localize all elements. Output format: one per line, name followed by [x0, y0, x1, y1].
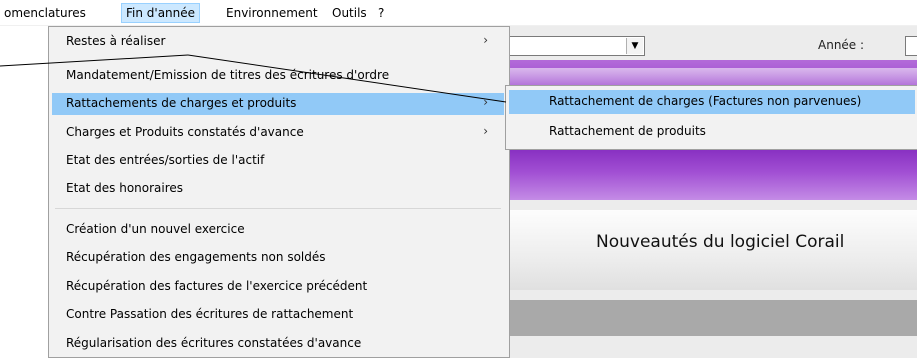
- menu-item-charges-produits-constates[interactable]: Charges et Produits constatés d'avance ›: [52, 122, 504, 144]
- menu-item-mandatement[interactable]: Mandatement/Emission de titres des écrit…: [52, 65, 504, 87]
- chevron-down-icon[interactable]: ▼: [626, 38, 643, 54]
- submenu-item-rattachement-charges[interactable]: Rattachement de charges (Factures non pa…: [509, 90, 915, 114]
- year-label: Année :: [818, 38, 865, 52]
- menu-item-label: Contre Passation des écritures de rattac…: [66, 307, 354, 321]
- menu-item-etat-entrees-sorties[interactable]: Etat des entrées/sorties de l'actif: [52, 150, 504, 172]
- menu-item-label: Etat des honoraires: [66, 181, 184, 195]
- menu-item-label: Etat des entrées/sorties de l'actif: [66, 153, 265, 167]
- submenu-item-rattachement-produits[interactable]: Rattachement de produits: [509, 120, 915, 144]
- menu-item-etat-honoraires[interactable]: Etat des honoraires: [52, 178, 504, 200]
- menu-item-label: Rattachement de charges (Factures non pa…: [549, 94, 862, 108]
- menu-item-nouvel-exercice[interactable]: Création d'un nouvel exercice: [52, 219, 504, 241]
- menu-item-label: Création d'un nouvel exercice: [66, 222, 245, 236]
- menu-item-label: Rattachements de charges et produits: [66, 96, 297, 110]
- fin-annee-dropdown: Restes à réaliser › Mandatement/Emission…: [48, 26, 510, 358]
- menu-item-label: Charges et Produits constatés d'avance: [66, 125, 304, 139]
- menu-item-label: Régularisation des écritures constatées …: [66, 336, 362, 350]
- menu-item-label: Récupération des engagements non soldés: [66, 250, 326, 264]
- menu-item-label: Mandatement/Emission de titres des écrit…: [66, 68, 390, 82]
- menu-bar: omenclatures Fin d'année Environnement O…: [0, 0, 917, 26]
- menu-help[interactable]: ?: [374, 4, 388, 22]
- chevron-right-icon: ›: [483, 124, 488, 138]
- news-title: Nouveautés du logiciel Corail: [596, 232, 845, 252]
- background-combo[interactable]: ▼: [505, 36, 645, 56]
- chevron-right-icon: ›: [483, 95, 488, 109]
- menu-item-factures-exercice-precedent[interactable]: Récupération des factures de l'exercice …: [52, 276, 504, 298]
- menu-item-label: Rattachement de produits: [549, 124, 706, 138]
- menu-item-engagements-non-soldes[interactable]: Récupération des engagements non soldés: [52, 247, 504, 269]
- menu-item-label: Restes à réaliser: [66, 34, 166, 48]
- menu-item-contre-passation[interactable]: Contre Passation des écritures de rattac…: [52, 304, 504, 326]
- menu-item-restes-a-realiser[interactable]: Restes à réaliser ›: [52, 31, 504, 53]
- rattachements-submenu: Rattachement de charges (Factures non pa…: [505, 85, 917, 150]
- menu-environnement[interactable]: Environnement: [222, 4, 322, 22]
- year-field[interactable]: [905, 36, 917, 56]
- menu-outils[interactable]: Outils: [328, 4, 371, 22]
- menu-item-rattachements[interactable]: Rattachements de charges et produits ›: [52, 93, 504, 115]
- menu-separator: [55, 208, 501, 209]
- menu-item-regularisation[interactable]: Régularisation des écritures constatées …: [52, 333, 504, 355]
- background-bar: [505, 300, 917, 336]
- menu-fin-annee[interactable]: Fin d'année: [121, 3, 201, 23]
- chevron-right-icon: ›: [483, 33, 488, 47]
- menu-nomenclatures[interactable]: omenclatures: [0, 4, 90, 22]
- menu-item-label: Récupération des factures de l'exercice …: [66, 279, 368, 293]
